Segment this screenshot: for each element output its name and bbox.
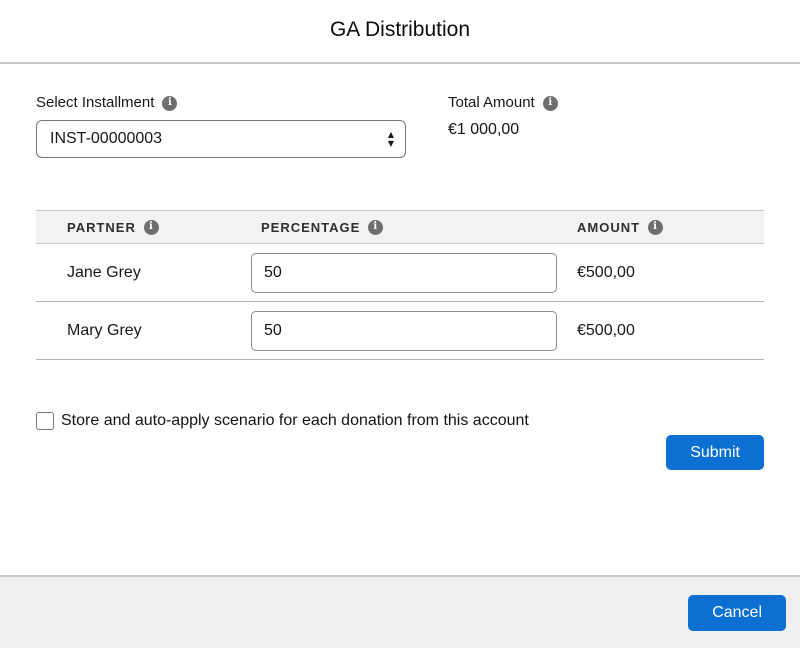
partner-name: Jane Grey bbox=[36, 264, 251, 282]
percentage-header-text: PERCENTAGE bbox=[261, 220, 360, 235]
store-scenario-label[interactable]: Store and auto-apply scenario for each d… bbox=[61, 412, 529, 430]
info-icon[interactable]: i bbox=[543, 96, 558, 111]
installment-label: Select Installment i bbox=[36, 94, 177, 112]
installment-label-text: Select Installment bbox=[36, 94, 154, 112]
stepper-down-icon: ▼ bbox=[388, 140, 394, 147]
installment-form-row: Select Installment i INST-00000003 ▲ ▼ T… bbox=[36, 94, 764, 158]
installment-select-value: INST-00000003 bbox=[50, 130, 162, 148]
table-row: Mary Grey €500,00 bbox=[36, 302, 764, 360]
partner-header-text: PARTNER bbox=[67, 220, 136, 235]
installment-field: Select Installment i INST-00000003 ▲ ▼ bbox=[36, 94, 406, 158]
amount-value: €500,00 bbox=[567, 264, 764, 282]
total-amount-field: Total Amount i €1 000,00 bbox=[448, 94, 558, 139]
modal-footer: Cancel bbox=[0, 575, 800, 648]
amount-value: €500,00 bbox=[567, 322, 764, 340]
percentage-input[interactable] bbox=[251, 253, 557, 293]
stepper-up-icon: ▲ bbox=[388, 131, 394, 138]
info-icon[interactable]: i bbox=[368, 220, 383, 235]
submit-button[interactable]: Submit bbox=[666, 435, 764, 470]
total-amount-label: Total Amount i bbox=[448, 94, 558, 112]
total-amount-label-text: Total Amount bbox=[448, 94, 535, 112]
amount-header-text: AMOUNT bbox=[577, 220, 640, 235]
percentage-cell bbox=[251, 253, 567, 293]
total-amount-value: €1 000,00 bbox=[448, 121, 558, 139]
table-header-row: PARTNER i PERCENTAGE i AMOUNT i bbox=[36, 211, 764, 244]
column-header-percentage: PERCENTAGE i bbox=[251, 220, 567, 235]
store-scenario-row: Store and auto-apply scenario for each d… bbox=[36, 412, 764, 430]
submit-row: Submit bbox=[36, 435, 764, 470]
percentage-cell bbox=[251, 311, 567, 351]
modal-header: GA Distribution bbox=[0, 0, 800, 64]
partner-name: Mary Grey bbox=[36, 322, 251, 340]
distribution-table: PARTNER i PERCENTAGE i AMOUNT i Jane Gre… bbox=[36, 210, 764, 360]
table-row: Jane Grey €500,00 bbox=[36, 244, 764, 302]
select-stepper-icon: ▲ ▼ bbox=[388, 131, 394, 147]
percentage-input[interactable] bbox=[251, 311, 557, 351]
info-icon[interactable]: i bbox=[144, 220, 159, 235]
column-header-partner: PARTNER i bbox=[36, 220, 251, 235]
page-title: GA Distribution bbox=[0, 18, 800, 42]
store-scenario-checkbox[interactable] bbox=[36, 412, 54, 430]
modal-body: Select Installment i INST-00000003 ▲ ▼ T… bbox=[0, 94, 800, 470]
installment-select[interactable]: INST-00000003 ▲ ▼ bbox=[36, 120, 406, 158]
column-header-amount: AMOUNT i bbox=[567, 220, 764, 235]
info-icon[interactable]: i bbox=[162, 96, 177, 111]
info-icon[interactable]: i bbox=[648, 220, 663, 235]
cancel-button[interactable]: Cancel bbox=[688, 595, 786, 631]
